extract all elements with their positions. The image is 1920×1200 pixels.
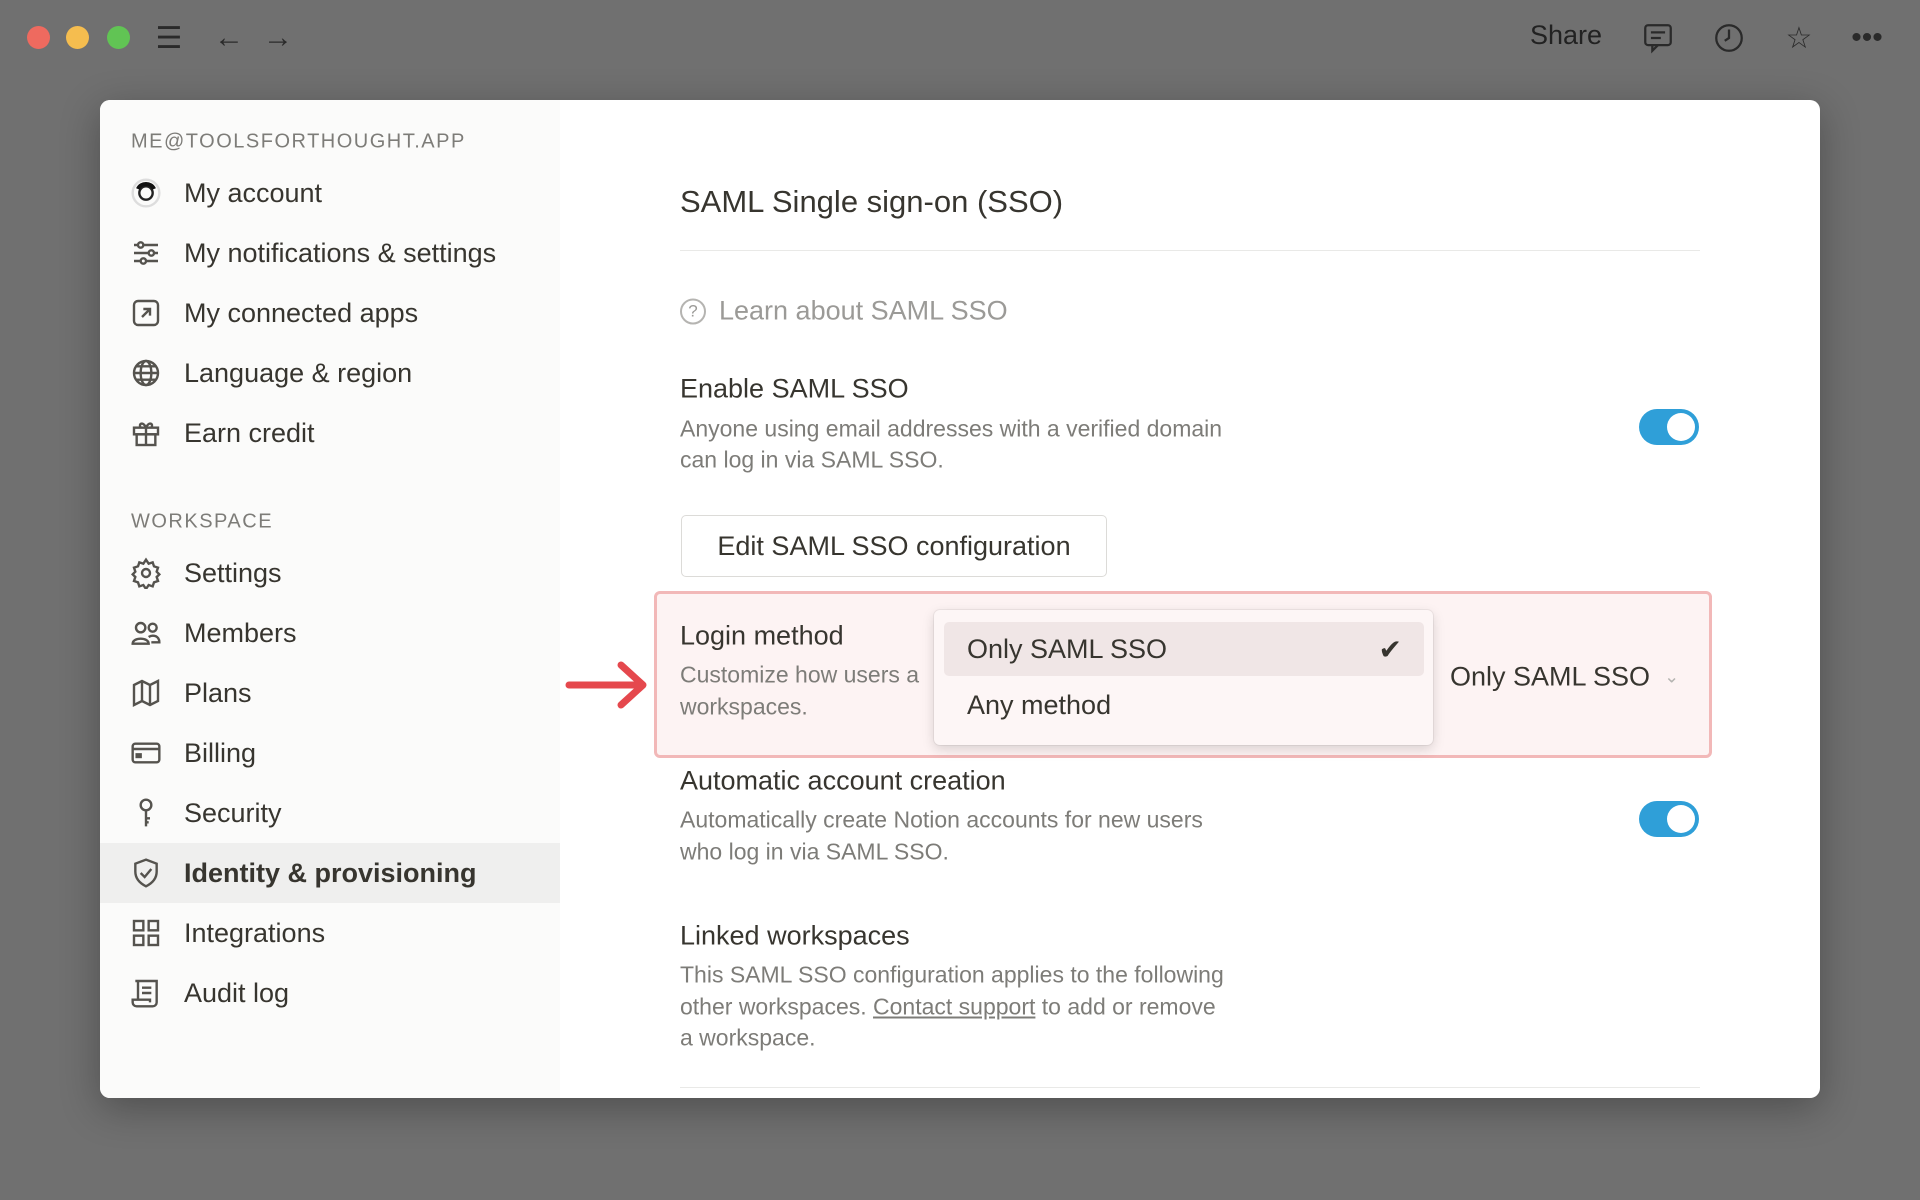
sidebar-item-audit-log[interactable]: Audit log: [100, 963, 560, 1023]
external-link-icon: [128, 295, 164, 331]
back-arrow-icon[interactable]: ←: [209, 18, 249, 58]
more-icon[interactable]: •••: [1847, 18, 1887, 58]
divider: [680, 250, 1700, 251]
chevron-down-icon: ⌄: [1664, 666, 1680, 687]
login-method-desc: Customize how users a: [680, 661, 920, 688]
sidebar-item-settings[interactable]: Settings: [100, 543, 560, 603]
sidebar-item-my-account[interactable]: My account: [100, 163, 560, 223]
workspace-label: WORKSPACE: [131, 510, 274, 533]
sliders-icon: [128, 235, 164, 271]
dropdown-option-any-method[interactable]: Any method: [944, 678, 1424, 732]
enable-saml-toggle[interactable]: [1639, 409, 1699, 445]
help-icon: ?: [680, 298, 706, 324]
hamburger-icon[interactable]: ☰: [149, 18, 189, 58]
login-method-desc: workspaces.: [680, 693, 808, 720]
sidebar-item-billing[interactable]: Billing: [100, 723, 560, 783]
linked-workspaces-desc: other workspaces. Contact support to add…: [680, 993, 1216, 1020]
settings-window: ME@TOOLSFORTHOUGHT.APP My account My not…: [100, 100, 1820, 1098]
enable-saml-desc: Anyone using email addresses with a veri…: [680, 415, 1223, 442]
close-window-button[interactable]: [27, 26, 50, 49]
credit-card-icon: [128, 735, 164, 771]
clock-icon[interactable]: [1709, 18, 1749, 58]
contact-support-link[interactable]: Contact support: [873, 994, 1035, 1020]
auto-account-title: Automatic account creation: [680, 765, 1006, 796]
scroll-icon: [128, 975, 164, 1011]
login-method-select[interactable]: Only SAML SSO ⌄: [1450, 662, 1679, 693]
red-arrow-icon: [562, 655, 657, 720]
members-icon: [128, 615, 164, 651]
forward-arrow-icon[interactable]: →: [258, 18, 298, 58]
dropdown-option-only-saml[interactable]: Only SAML SSO ✔: [944, 622, 1424, 676]
map-icon: [128, 675, 164, 711]
sidebar-item-identity-provisioning[interactable]: Identity & provisioning: [100, 843, 560, 903]
star-icon[interactable]: ☆: [1779, 18, 1819, 58]
shield-icon: [128, 855, 164, 891]
sidebar-item-integrations[interactable]: Integrations: [100, 903, 560, 963]
sidebar-item-language[interactable]: Language & region: [100, 343, 560, 403]
minimize-window-button[interactable]: [66, 26, 89, 49]
sidebar-item-connected-apps[interactable]: My connected apps: [100, 283, 560, 343]
comment-icon[interactable]: [1638, 18, 1678, 58]
auto-account-toggle[interactable]: [1639, 801, 1699, 837]
gear-icon: [128, 555, 164, 591]
key-icon: [128, 795, 164, 831]
login-method-dropdown: Only SAML SSO ✔ Any method: [934, 610, 1433, 745]
sidebar-item-earn-credit[interactable]: Earn credit: [100, 403, 560, 463]
maximize-window-button[interactable]: [107, 26, 130, 49]
divider: [680, 1087, 1700, 1088]
grid-icon: [128, 915, 164, 951]
avatar: [128, 175, 164, 211]
learn-saml-link[interactable]: ? Learn about SAML SSO: [680, 296, 1008, 327]
account-label: ME@TOOLSFORTHOUGHT.APP: [131, 130, 466, 153]
sidebar-item-plans[interactable]: Plans: [100, 663, 560, 723]
sidebar-item-notifications[interactable]: My notifications & settings: [100, 223, 560, 283]
page-title: SAML Single sign-on (SSO): [680, 184, 1064, 219]
linked-workspaces-title: Linked workspaces: [680, 920, 910, 951]
enable-saml-desc: can log in via SAML SSO.: [680, 446, 944, 473]
sidebar-item-members[interactable]: Members: [100, 603, 560, 663]
checkmark-icon: ✔: [1378, 633, 1402, 665]
sidebar-item-security[interactable]: Security: [100, 783, 560, 843]
enable-saml-title: Enable SAML SSO: [680, 373, 909, 404]
auto-account-desc: who log in via SAML SSO.: [680, 838, 949, 865]
linked-workspaces-desc: a workspace.: [680, 1024, 816, 1051]
share-button[interactable]: Share: [1530, 20, 1602, 51]
linked-workspaces-desc: This SAML SSO configuration applies to t…: [680, 961, 1224, 988]
globe-icon: [128, 355, 164, 391]
gift-icon: [128, 415, 164, 451]
sidebar: ME@TOOLSFORTHOUGHT.APP My account My not…: [100, 100, 560, 1098]
edit-saml-config-button[interactable]: Edit SAML SSO configuration: [681, 515, 1107, 577]
auto-account-desc: Automatically create Notion accounts for…: [680, 806, 1203, 833]
login-method-title: Login method: [680, 620, 844, 651]
